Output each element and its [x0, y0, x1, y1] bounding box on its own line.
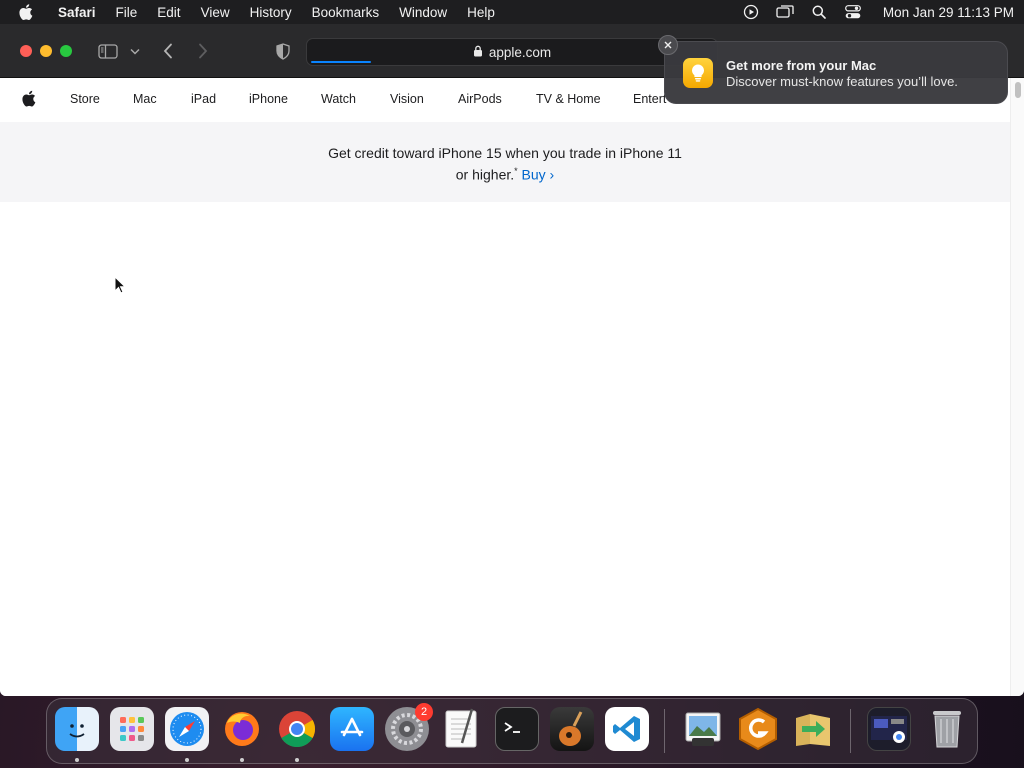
apple-menu-icon[interactable]	[10, 4, 42, 20]
ribbon-text-line1: Get credit toward iPhone 15 when you tra…	[328, 145, 682, 161]
tips-notification[interactable]: Get more from your Mac Discover must-kno…	[664, 41, 1008, 104]
nav-mac[interactable]: Mac	[133, 92, 157, 106]
menu-bar: Safari File Edit View History Bookmarks …	[0, 0, 1024, 24]
terminal-icon[interactable]	[495, 707, 539, 751]
menu-bar-clock[interactable]: Mon Jan 29 11:13 PM	[883, 5, 1014, 20]
gimp-icon[interactable]	[736, 707, 780, 751]
screen-recording-icon[interactable]	[741, 4, 761, 20]
page-scrollbar[interactable]	[1010, 78, 1024, 696]
lock-icon	[473, 45, 483, 60]
chrome-icon[interactable]	[275, 707, 319, 751]
firefox-icon[interactable]	[220, 707, 264, 751]
menu-help[interactable]: Help	[457, 5, 505, 20]
nav-vision[interactable]: Vision	[390, 92, 424, 106]
privacy-report-shield-icon[interactable]	[272, 39, 294, 63]
settings-notification-badge: 2	[415, 703, 433, 721]
screenshot-folder-icon[interactable]	[867, 707, 911, 751]
menu-bookmarks[interactable]: Bookmarks	[302, 5, 390, 20]
menu-history[interactable]: History	[240, 5, 302, 20]
safari-icon[interactable]	[165, 707, 209, 751]
vscode-icon[interactable]	[605, 707, 649, 751]
apple-logo-icon[interactable]	[22, 90, 36, 110]
spotlight-search-icon[interactable]	[809, 4, 829, 20]
trash-icon[interactable]	[925, 707, 969, 751]
firefox-running-dot	[240, 758, 244, 762]
dock-separator	[664, 709, 665, 753]
menu-window[interactable]: Window	[389, 5, 457, 20]
control-center-icon[interactable]	[843, 4, 863, 20]
window-minimize-button[interactable]	[40, 45, 52, 57]
tips-lightbulb-icon	[683, 58, 713, 88]
garageband-icon[interactable]	[550, 707, 594, 751]
nav-ipad[interactable]: iPad	[191, 92, 216, 106]
menu-file[interactable]: File	[106, 5, 148, 20]
nav-entertainment[interactable]: Entert	[633, 92, 666, 106]
nav-store[interactable]: Store	[70, 92, 100, 106]
nav-airpods[interactable]: AirPods	[458, 92, 502, 106]
ribbon-footnote[interactable]: *	[514, 166, 518, 176]
screen-mirroring-icon[interactable]	[775, 4, 795, 20]
ribbon-buy-link[interactable]: Buy ›	[522, 167, 555, 183]
nav-iphone[interactable]: iPhone	[249, 92, 288, 106]
forward-button-icon[interactable]	[193, 39, 213, 63]
dock: 2	[46, 698, 978, 764]
textedit-icon[interactable]	[440, 707, 484, 751]
safari-window: apple.com Store Mac iPad iPhone Watch Vi…	[0, 24, 1024, 696]
page-scrollbar-thumb[interactable]	[1015, 82, 1021, 98]
notification-title: Get more from your Mac	[726, 58, 877, 73]
finder-running-dot	[75, 758, 79, 762]
tab-groups-chevron-icon[interactable]	[128, 39, 142, 63]
nav-watch[interactable]: Watch	[321, 92, 356, 106]
page-load-progress	[311, 61, 371, 63]
sidebar-toggle-icon[interactable]	[96, 39, 120, 63]
finder-icon[interactable]	[55, 707, 99, 751]
address-bar[interactable]: apple.com	[306, 38, 718, 66]
promo-ribbon: Get credit toward iPhone 15 when you tra…	[0, 122, 1010, 202]
migration-icon[interactable]	[791, 707, 835, 751]
window-close-button[interactable]	[20, 45, 32, 57]
nav-tv-home[interactable]: TV & Home	[536, 92, 601, 106]
notification-body: Discover must-know features you’ll love.	[726, 74, 958, 89]
window-zoom-button[interactable]	[60, 45, 72, 57]
ribbon-text-line2: or higher.* Buy ›	[0, 162, 1010, 184]
address-url: apple.com	[488, 44, 552, 60]
back-button-icon[interactable]	[158, 39, 178, 63]
menu-view[interactable]: View	[191, 5, 240, 20]
system-settings-icon[interactable]: 2	[385, 703, 433, 751]
menu-app-name[interactable]: Safari	[48, 5, 106, 20]
safari-running-dot	[185, 758, 189, 762]
mouse-cursor-icon	[114, 275, 127, 299]
preview-icon[interactable]	[681, 707, 725, 751]
chrome-running-dot	[295, 758, 299, 762]
app-store-icon[interactable]	[330, 707, 374, 751]
notification-close-icon[interactable]	[658, 35, 678, 55]
ribbon-text-line2-text: or higher.	[455, 166, 515, 183]
webpage: Store Mac iPad iPhone Watch Vision AirPo…	[0, 78, 1010, 696]
menu-edit[interactable]: Edit	[147, 5, 190, 20]
launchpad-icon[interactable]	[110, 707, 154, 751]
dock-separator-2	[850, 709, 851, 753]
